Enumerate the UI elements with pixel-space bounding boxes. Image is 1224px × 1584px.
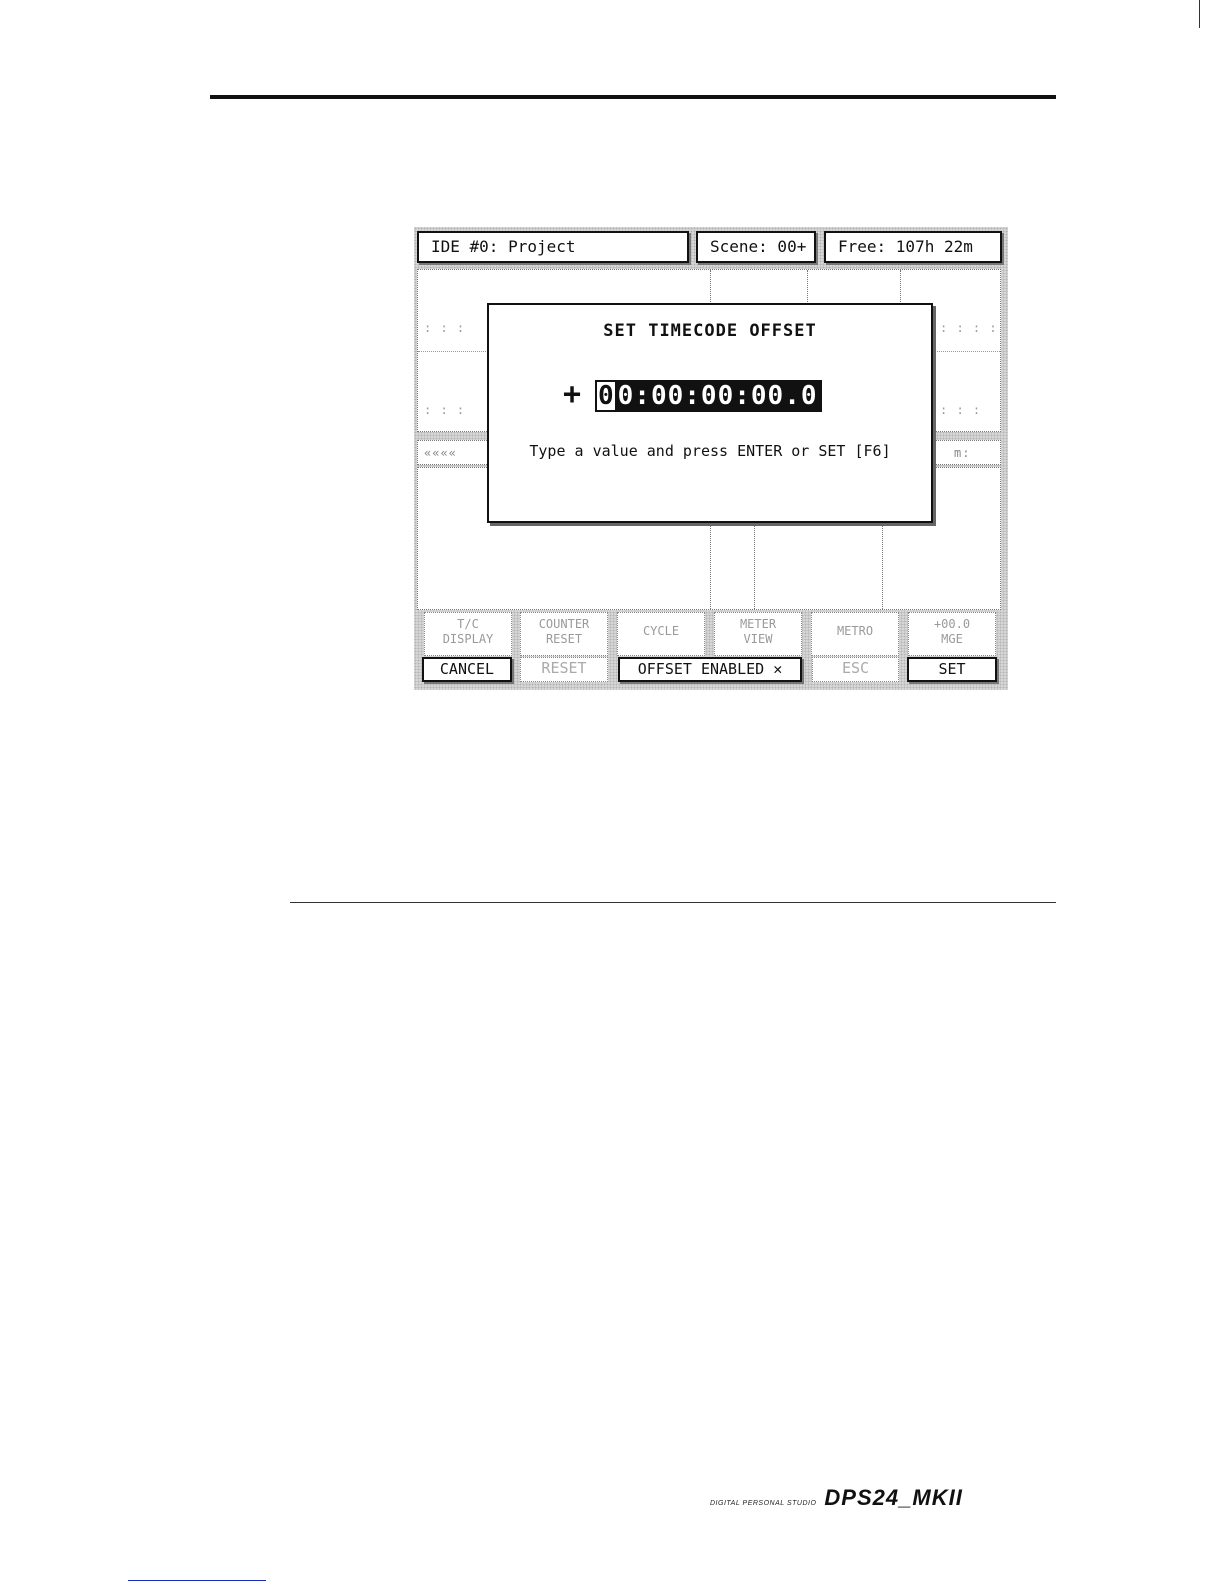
esc-button[interactable]: ESC xyxy=(812,657,899,682)
set-button[interactable]: SET xyxy=(907,657,997,682)
brand-tagline: DIGITAL PERSONAL STUDIO xyxy=(710,1500,817,1507)
track-glyphs-left-2: : : : xyxy=(424,403,466,417)
brand-model: DPS24_MKII xyxy=(824,1485,963,1510)
dialog-hint: Type a value and press ENTER or SET [F6] xyxy=(529,442,891,460)
scene-box[interactable]: Scene: 00+ xyxy=(696,231,816,263)
fkey-metro[interactable]: METRO xyxy=(811,612,899,656)
fkey-cycle[interactable]: CYCLE xyxy=(617,612,705,656)
fkey-counter-reset[interactable]: COUNTER RESET xyxy=(520,612,608,656)
timecode-offset-dialog: SET TIMECODE OFFSET + 0 0:00:00:00.0 Type… xyxy=(487,303,933,523)
free-space-box: Free: 107h 22m xyxy=(824,231,1002,263)
track-glyphs-right-2: : : : xyxy=(940,403,982,417)
dialog-title: SET TIMECODE OFFSET xyxy=(603,321,817,341)
project-name-box[interactable]: IDE #0: Project xyxy=(417,231,689,263)
top-rule xyxy=(210,95,1056,99)
status-right-indicator: m: xyxy=(954,446,971,460)
fkey-tc-display[interactable]: T/C DISPLAY xyxy=(424,612,512,656)
track-glyphs-right: : : : : xyxy=(940,321,998,335)
reset-button[interactable]: RESET xyxy=(520,657,608,682)
timecode-cursor-digit[interactable]: 0 xyxy=(595,380,617,412)
timecode-value[interactable]: 0:00:00:00.0 xyxy=(616,380,822,412)
rewind-indicator: «««« xyxy=(424,446,457,460)
brand-logo: DIGITAL PERSONAL STUDIO DPS24_MKII xyxy=(710,1485,963,1511)
cancel-button[interactable]: CANCEL xyxy=(422,657,512,682)
track-glyphs-left: : : : xyxy=(424,321,466,335)
footer-link-underline[interactable] xyxy=(128,1580,266,1581)
lcd-screen: IDE #0: Project Scene: 00+ Free: 107h 22… xyxy=(414,227,1008,690)
timecode-input[interactable]: 0 0:00:00:00.0 xyxy=(595,380,822,412)
fkey-offset-value[interactable]: +00.0 MGE xyxy=(908,612,996,656)
page-edge-line xyxy=(1199,0,1200,28)
bottom-rule xyxy=(290,902,1056,903)
offset-enabled-toggle[interactable]: OFFSET ENABLED ✕ xyxy=(618,657,802,682)
fkey-meter-view[interactable]: METER VIEW xyxy=(714,612,802,656)
offset-sign[interactable]: + xyxy=(563,377,581,412)
